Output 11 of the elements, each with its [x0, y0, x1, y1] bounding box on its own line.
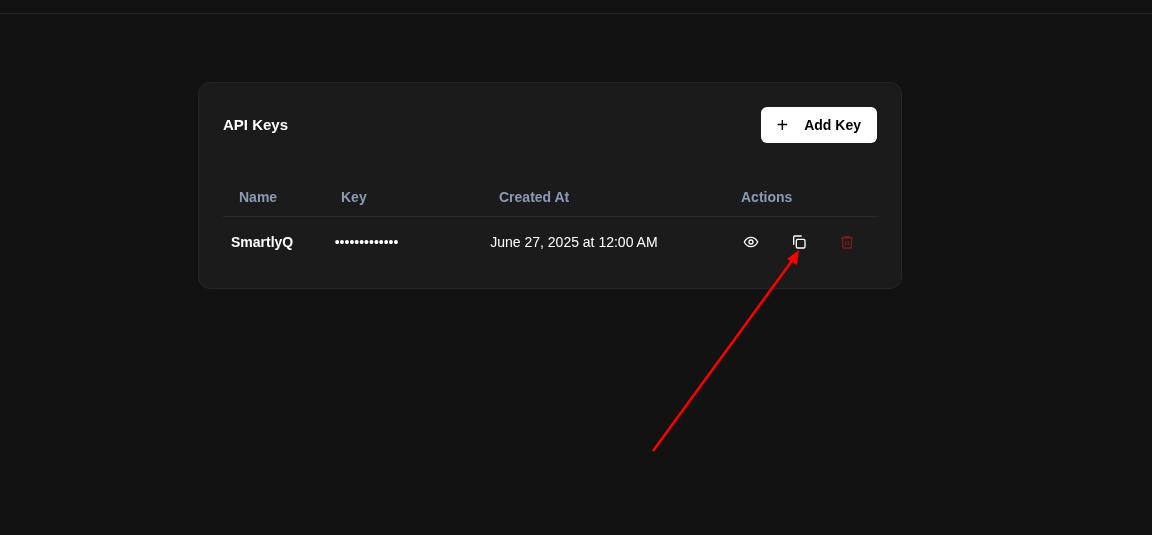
eye-icon[interactable] — [743, 234, 760, 250]
column-header: Key — [341, 188, 367, 205]
add-key-button[interactable]: + Add Key — [760, 107, 877, 143]
column-header: Name — [239, 188, 278, 205]
column-header: Created At — [499, 188, 570, 205]
table-cell: SmartlyQ — [231, 233, 294, 250]
copy-icon[interactable] — [791, 234, 808, 250]
card-title: API Keys — [223, 114, 289, 135]
column-header: Actions — [741, 188, 793, 205]
table-cell: ••••••••••••• — [334, 233, 399, 250]
table-cell: June 27, 2025 at 12:00 AM — [490, 233, 658, 250]
